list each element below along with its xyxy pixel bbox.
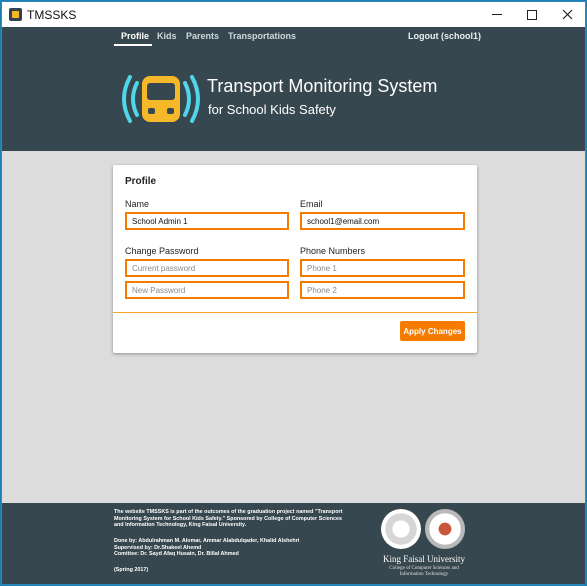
active-tab-indicator	[114, 44, 152, 46]
university-name: King Faisal University	[383, 554, 465, 564]
maximize-button[interactable]	[515, 2, 549, 27]
close-icon	[562, 9, 572, 20]
maximize-icon	[527, 9, 537, 20]
phone-1-field[interactable]	[300, 259, 465, 277]
college-line-2: Information Technology	[399, 572, 449, 577]
new-password-field[interactable]	[125, 281, 289, 299]
app-header: Profile Kids Parents Transportations Log…	[2, 27, 585, 151]
top-nav: Profile Kids Parents Transportations Log…	[2, 27, 585, 47]
title-bar: TMSSKS	[2, 2, 585, 27]
nav-parents[interactable]: Parents	[186, 31, 219, 41]
hero-title: Transport Monitoring System	[207, 76, 438, 96]
footer-line-1: The website TMSSKS is part of the outcom…	[114, 509, 343, 515]
nav-transportations[interactable]: Transportations	[228, 31, 296, 41]
footer-committee: Comittee: Dr. Sayd Afaq Husain, Dr. Bill…	[114, 551, 239, 557]
card-title: Profile	[125, 176, 157, 187]
card-divider	[113, 312, 477, 313]
close-button[interactable]	[550, 2, 584, 27]
name-field[interactable]	[125, 212, 289, 230]
university-seal-icon	[381, 509, 421, 549]
footer-term: (Spring 2017)	[114, 567, 149, 573]
profile-card: Profile Name Email Change Password Phone…	[113, 165, 477, 353]
ccsit-seal-icon	[425, 509, 465, 549]
minimize-icon	[492, 14, 502, 15]
bus-app-icon	[9, 8, 22, 21]
nav-kids[interactable]: Kids	[157, 31, 177, 41]
change-password-label: Change Password	[125, 246, 199, 256]
minimize-button[interactable]	[480, 2, 514, 27]
college-name: College of Computer Sciences and Informa…	[380, 566, 468, 578]
main-content: Profile Name Email Change Password Phone…	[2, 151, 585, 503]
page-footer: The website TMSSKS is part of the outcom…	[2, 503, 585, 584]
bus-broadcast-icon	[122, 75, 200, 123]
app-window: TMSSKS Profile Kids Parents Transportati…	[1, 1, 586, 585]
footer-line-3: and Information Technology, King Faisal …	[114, 522, 247, 528]
footer-supervised-by: Supervised by: Dr.Shakeel Ahemd	[114, 544, 202, 551]
email-label: Email	[300, 199, 323, 209]
current-password-field[interactable]	[125, 259, 289, 277]
phone-2-field[interactable]	[300, 281, 465, 299]
email-field[interactable]	[300, 212, 465, 230]
hero-subtitle: for School Kids Safety	[208, 102, 336, 117]
nav-profile[interactable]: Profile	[121, 31, 149, 41]
footer-done-by: Done by: Abdulrahman M. Alomar, Ammar Al…	[114, 538, 300, 544]
window-title: TMSSKS	[27, 8, 77, 22]
phone-numbers-label: Phone Numbers	[300, 246, 366, 256]
footer-line-2: Monitoring System for School Kids Safety…	[114, 515, 342, 522]
apply-changes-button[interactable]: Apply Changes	[400, 321, 465, 341]
name-label: Name	[125, 199, 150, 209]
logout-link[interactable]: Logout (school1)	[408, 31, 481, 41]
